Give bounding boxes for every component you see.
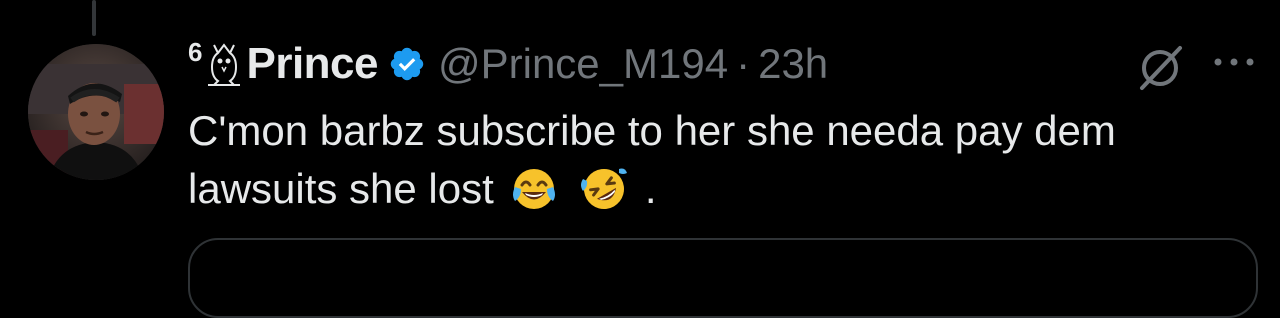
separator-dot: · <box>736 40 751 87</box>
display-name[interactable]: Prince <box>246 39 378 89</box>
timestamp[interactable]: 23h <box>758 40 828 88</box>
quoted-tweet-card[interactable] <box>188 238 1258 318</box>
owl-icon <box>204 41 244 87</box>
tweet-text: C'mon barbz subscribe to her she needa p… <box>188 102 1248 218</box>
tweet-header: 6 Prince @Prince_M194 · 23h <box>188 36 828 92</box>
verified-badge-icon[interactable] <box>388 45 426 83</box>
thread-connector-line <box>92 0 96 36</box>
rolling-on-the-floor-laughing-emoji-icon <box>579 163 629 213</box>
user-handle[interactable]: @Prince_M194 <box>438 40 728 88</box>
face-with-tears-of-joy-emoji-icon <box>509 163 559 213</box>
grok-icon[interactable] <box>1134 40 1188 94</box>
avatar[interactable] <box>28 44 164 180</box>
avatar-photo <box>28 44 164 180</box>
more-options-icon[interactable] <box>1208 50 1260 74</box>
tweet-text-end: . <box>644 165 657 212</box>
name-prefix: 6 <box>188 36 203 67</box>
